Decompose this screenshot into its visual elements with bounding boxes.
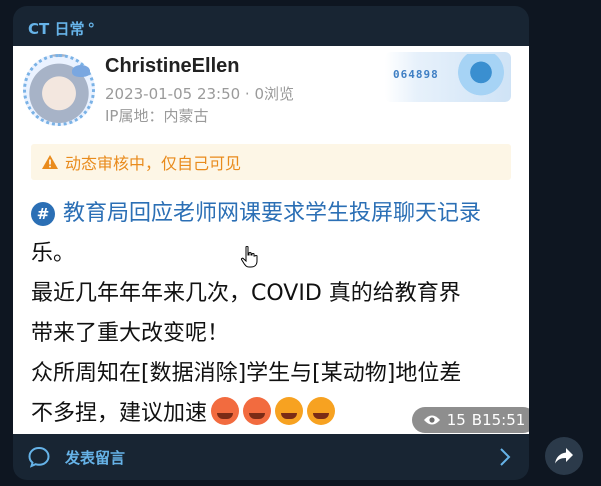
emoji-icon <box>275 397 304 425</box>
post-content: # 教育局回应老师网课要求学生投屏聊天记录 乐。 最近几年年年来几次，COVID… <box>31 194 515 434</box>
warning-icon <box>42 155 58 169</box>
emoji-icon <box>307 397 336 425</box>
content-line: 最近几年年年来几次，COVID 真的给教育界 <box>31 281 461 306</box>
chevron-right-icon <box>500 448 511 466</box>
ip-location: IP属地：内蒙古 <box>105 107 209 125</box>
avatar <box>23 54 95 126</box>
topic-link[interactable]: # 教育局回应老师网课要求学生投屏聊天记录 <box>31 194 515 234</box>
content-line-text: 不多捏，建议加速 <box>31 401 208 426</box>
content-line: 众所周知在[数据消除]学生与[某动物]地位差 <box>31 361 462 386</box>
username: ChristineEllen <box>105 55 240 77</box>
eye-icon <box>423 415 440 425</box>
hand-cursor-icon <box>240 246 258 268</box>
topic-text[interactable]: 教育局回应老师网课要求学生投屏聊天记录 <box>63 194 481 234</box>
comment-icon <box>28 446 50 468</box>
post-meta: 2023-01-05 23:50 · 0浏览 IP属地：内蒙古 <box>105 83 294 127</box>
views-count: 15 <box>446 411 466 429</box>
emoji-icon <box>211 397 240 425</box>
warning-text: 动态审核中，仅自己可见 <box>65 154 242 173</box>
badge-number: 064898 <box>393 68 439 81</box>
content-line: 带来了重大改变呢！ <box>31 321 230 346</box>
comment-label[interactable]: 发表留言 <box>65 447 125 468</box>
user-badge: 064898 <box>385 52 511 102</box>
post-date-views: 2023-01-05 23:50 · 0浏览 <box>105 85 295 103</box>
share-arrow-icon <box>555 448 573 464</box>
channel-title[interactable]: CT 日常 ° <box>28 18 95 39</box>
message-bubble: CT 日常 ° ChristineEllen 2023-01-05 23:50 … <box>13 6 529 480</box>
content-line: 乐。 <box>31 241 76 266</box>
review-warning: 动态审核中，仅自己可见 <box>31 144 511 180</box>
post-image[interactable]: ChristineEllen 2023-01-05 23:50 · 0浏览 IP… <box>13 46 529 434</box>
hashtag-icon: # <box>31 202 55 226</box>
channel-name[interactable]: CT 日常 <box>28 18 84 39</box>
share-button[interactable] <box>545 437 583 475</box>
comment-bar[interactable]: 发表留言 <box>13 434 529 480</box>
channel-dot: ° <box>87 19 95 38</box>
views-badge: 15 B15:51 <box>412 407 529 433</box>
message-time: B15:51 <box>471 411 526 429</box>
badge-character-image <box>455 54 507 100</box>
emoji-icon <box>243 397 272 425</box>
